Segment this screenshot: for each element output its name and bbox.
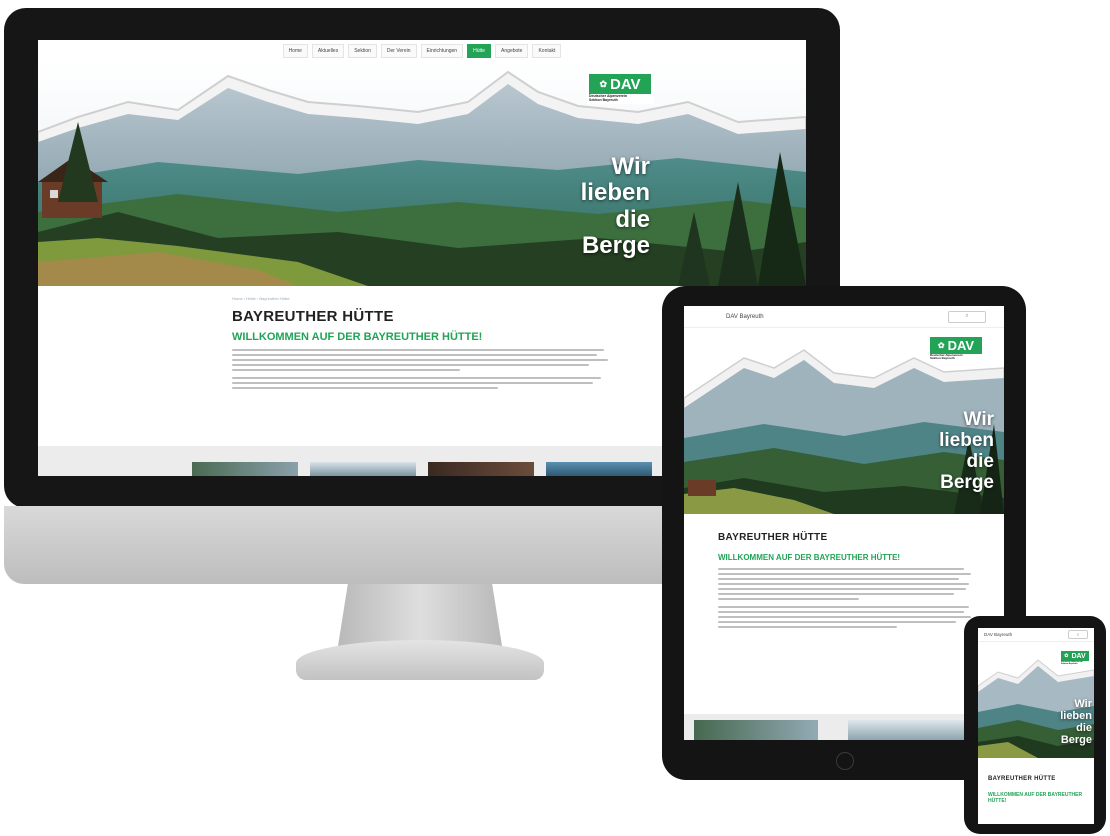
slogan-line-1: Wir bbox=[1074, 698, 1092, 710]
page-title: BAYREUTHER HÜTTE bbox=[232, 308, 394, 325]
slogan-line-3: die bbox=[966, 450, 994, 472]
breadcrumb[interactable]: Home › Hütte › Bayreuther Hütte bbox=[232, 296, 612, 301]
slogan-line-2: lieben bbox=[939, 429, 994, 451]
nav-item-aktuelles[interactable]: Aktuelles bbox=[311, 44, 345, 58]
nav-item-angebote[interactable]: Angebote bbox=[495, 44, 529, 58]
slogan-line-1: Wir bbox=[611, 153, 650, 180]
hero-slogan: Wir lieben die Berge bbox=[939, 409, 994, 494]
phone-search-input[interactable]: ⌕ bbox=[1068, 630, 1088, 639]
welcome-heading: WILLKOMMEN AUF DER BAYREUTHER HÜTTE! bbox=[232, 331, 483, 343]
gallery-strip bbox=[684, 714, 1004, 740]
tablet-topbar: DAV Bayreuth ⌕ bbox=[684, 306, 1004, 328]
slogan-line-4: Berge bbox=[940, 471, 994, 493]
logo-subline-2: Sektion Bayreuth bbox=[1061, 663, 1078, 666]
nav-item-kontakt[interactable]: Kontakt bbox=[532, 44, 562, 58]
tablet-site-title[interactable]: DAV Bayreuth bbox=[726, 314, 764, 320]
gallery-thumb-3[interactable] bbox=[428, 462, 534, 476]
gallery-thumb-1[interactable] bbox=[192, 462, 298, 476]
gallery-thumb-2[interactable] bbox=[310, 462, 416, 476]
gallery-thumb-4[interactable] bbox=[546, 462, 652, 476]
phone-hero-image: ✿ DAV Deutscher Alpenverein Sektion Bayr… bbox=[978, 642, 1094, 758]
desktop-nav: Home Aktuelles Sektion Der Verein Einric… bbox=[38, 40, 806, 62]
welcome-heading: WILLKOMMEN AUF DER BAYREUTHER HÜTTE! bbox=[988, 792, 1083, 805]
search-icon: ⌕ bbox=[1076, 631, 1080, 638]
welcome-heading: WILLKOMMEN AUF DER BAYREUTHER HÜTTE! bbox=[718, 553, 901, 562]
intro-text bbox=[718, 568, 974, 628]
gallery-thumb-2[interactable] bbox=[848, 720, 972, 740]
nav-item-einrichtungen[interactable]: Einrichtungen bbox=[420, 44, 464, 58]
edelweiss-icon: ✿ bbox=[599, 78, 607, 89]
dav-logo[interactable]: ✿ DAV Deutscher Alpenverein Sektion Bayr… bbox=[1060, 650, 1090, 667]
slogan-line-4: Berge bbox=[1060, 734, 1092, 747]
mountain-landscape-image bbox=[38, 62, 806, 286]
nav-item-verein[interactable]: Der Verein bbox=[380, 44, 417, 58]
imac-stand-neck bbox=[338, 584, 502, 646]
tablet-content: BAYREUTHER HÜTTE WILLKOMMEN AUF DER BAYR… bbox=[684, 514, 1004, 714]
tablet-screen: DAV Bayreuth ⌕ ✿ DAV Deutscher Alpenvere… bbox=[684, 306, 1004, 740]
tablet-search-input[interactable]: ⌕ bbox=[948, 310, 986, 323]
edelweiss-icon: ✿ bbox=[1064, 653, 1069, 659]
page-title: BAYREUTHER HÜTTE bbox=[988, 776, 1056, 782]
phone-content: BAYREUTHER HÜTTE WILLKOMMEN AUF DER BAYR… bbox=[978, 758, 1094, 824]
slogan-line-4: Berge bbox=[581, 232, 650, 260]
dav-logo[interactable]: ✿ DAV Deutscher Alpenverein Sektion Bayr… bbox=[586, 72, 654, 105]
slogan-line-3: die bbox=[615, 205, 650, 233]
logo-subline-2: Sektion Bayreuth bbox=[930, 356, 955, 361]
hero-slogan: Wir lieben die Berge bbox=[580, 153, 650, 260]
search-icon: ⌕ bbox=[965, 313, 969, 319]
logo-text: DAV bbox=[947, 338, 975, 353]
intro-text bbox=[232, 349, 612, 389]
edelweiss-icon: ✿ bbox=[937, 341, 945, 350]
slogan-line-2: lieben bbox=[1060, 710, 1092, 723]
logo-text: DAV bbox=[609, 75, 641, 93]
page-title: BAYREUTHER HÜTTE bbox=[718, 532, 828, 543]
slogan-line-2: lieben bbox=[580, 179, 650, 207]
nav-item-sektion[interactable]: Sektion bbox=[348, 44, 377, 58]
slogan-line-3: die bbox=[1076, 722, 1092, 735]
logo-subline-2: Sektion Bayreuth bbox=[589, 98, 618, 103]
tablet-home-button[interactable] bbox=[836, 752, 854, 770]
logo-text: DAV bbox=[1071, 652, 1086, 660]
phone-topbar: DAV Bayreuth ⌕ bbox=[978, 628, 1094, 642]
tablet-hero-image: ✿ DAV Deutscher Alpenverein Sektion Bayr… bbox=[684, 328, 1004, 514]
nav-item-home[interactable]: Home bbox=[282, 44, 308, 58]
dav-logo[interactable]: ✿ DAV Deutscher Alpenverein Sektion Bayr… bbox=[928, 336, 984, 362]
desktop-hero-image: ✿ DAV Deutscher Alpenverein Sektion Bayr… bbox=[38, 62, 806, 286]
nav-item-huette[interactable]: Hütte bbox=[467, 44, 492, 58]
phone-screen: DAV Bayreuth ⌕ ✿ DAV Deutscher Alpenvere… bbox=[978, 628, 1094, 824]
hero-slogan: Wir lieben die Berge bbox=[1060, 698, 1092, 746]
slogan-line-1: Wir bbox=[963, 409, 994, 430]
gallery-thumb-1[interactable] bbox=[694, 720, 818, 740]
imac-stand-foot bbox=[296, 640, 544, 680]
phone-site-title[interactable]: DAV Bayreuth bbox=[984, 632, 1012, 637]
